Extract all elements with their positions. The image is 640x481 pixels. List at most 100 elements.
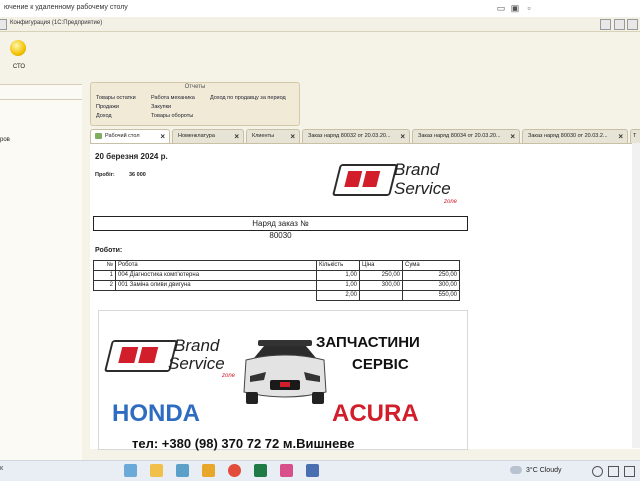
- report-link[interactable]: Работа механика: [151, 95, 195, 101]
- tab-label: Номенклатура: [178, 133, 215, 139]
- reports-header: Отчеты: [184, 84, 206, 90]
- report-link[interactable]: Доход: [96, 113, 112, 119]
- app-icon[interactable]: [124, 464, 137, 477]
- table-cell: 250,00: [402, 270, 460, 281]
- tab-more[interactable]: Т: [630, 129, 640, 143]
- close-icon[interactable]: ×: [234, 130, 239, 143]
- document-date: 20 березня 2024 р.: [95, 152, 168, 161]
- restore-icon[interactable]: ▣: [508, 3, 522, 13]
- column-header: Кількість: [316, 260, 360, 271]
- report-link[interactable]: Продажи: [96, 104, 119, 110]
- weather-text[interactable]: 3°C Cloudy: [526, 467, 561, 474]
- table-cell: 1: [93, 270, 116, 281]
- close-icon[interactable]: ×: [400, 130, 405, 143]
- table-cell: 001 Заміна оливи двигуна: [115, 280, 317, 291]
- logo-red-stripe: [138, 347, 159, 363]
- cloud-icon: [510, 466, 522, 474]
- banner-brand-logo: Brand Service zone: [104, 334, 246, 380]
- report-link[interactable]: Доход по продавцу за период: [210, 95, 286, 101]
- works-table: № Робота Кількість Ціна Сума 1 004 Діагн…: [93, 260, 460, 301]
- app-icon[interactable]: [280, 464, 293, 477]
- banner-service-text: СЕРВІС: [352, 356, 409, 373]
- app-icon[interactable]: [176, 464, 189, 477]
- left-panel: ров: [0, 84, 82, 461]
- taskbar: к 3°C Cloudy: [0, 460, 640, 481]
- table-cell: 2: [93, 280, 116, 291]
- mileage-value: 36 000: [129, 172, 146, 178]
- tab-label: Заказ наряд 80030 от 20.03.2...: [528, 133, 608, 139]
- table-cell: 300,00: [359, 280, 403, 291]
- brand-text: Service: [168, 354, 225, 373]
- table-header-row: № Робота Кількість Ціна Сума: [93, 260, 460, 271]
- sto-section-label[interactable]: СТО: [10, 64, 28, 70]
- brand-zone: zone: [222, 373, 236, 379]
- column-header: Робота: [115, 260, 317, 271]
- order-title: Наряд заказ №: [93, 216, 468, 231]
- network-icon[interactable]: [592, 466, 603, 477]
- close-icon[interactable]: ▫: [522, 3, 536, 13]
- tab-desktop[interactable]: Рабочий стол ×: [90, 129, 170, 143]
- column-header: Сума: [402, 260, 460, 271]
- app-icon[interactable]: [202, 464, 215, 477]
- close-icon[interactable]: ×: [618, 130, 623, 143]
- works-label: Роботи:: [95, 247, 123, 254]
- logo-frame: [332, 164, 398, 196]
- vertical-scrollbar[interactable]: [632, 143, 640, 448]
- close-icon[interactable]: ×: [510, 130, 515, 143]
- close-icon[interactable]: ×: [290, 130, 295, 143]
- tab-label: Клиенты: [252, 133, 275, 139]
- brand-text: Brand: [394, 160, 440, 179]
- notification-icon[interactable]: [624, 466, 635, 477]
- config-menu[interactable]: Конфигурация (1С:Предприятие): [10, 20, 102, 26]
- tab-label: Заказ наряд 80034 от 20.03.20...: [418, 133, 501, 139]
- table-cell: 1,00: [316, 280, 360, 291]
- brand-text: Service: [394, 179, 451, 198]
- reports-panel: Отчеты Товары остатки Продажи Доход Рабо…: [90, 82, 300, 126]
- brand-logo: Brand Service zone: [332, 160, 466, 208]
- explorer-icon[interactable]: [150, 464, 163, 477]
- brand-zone: zone: [444, 199, 458, 205]
- toolbar-icon[interactable]: [614, 19, 625, 30]
- total-sum: 550,00: [402, 290, 460, 301]
- report-link[interactable]: Товары остатки: [96, 95, 136, 101]
- logo-frame: [104, 340, 178, 372]
- app-menu-icon[interactable]: [0, 19, 7, 30]
- chrome-icon[interactable]: [228, 464, 241, 477]
- tab-label: Заказ наряд 80032 от 20.03.20...: [308, 133, 391, 139]
- taskbar-search[interactable]: к: [0, 465, 3, 472]
- table-cell: [94, 291, 116, 301]
- tab-order-80030[interactable]: Заказ наряд 80030 от 20.03.2... ×: [522, 129, 628, 143]
- tab-clients[interactable]: Клиенты ×: [246, 129, 300, 143]
- total-quantity: 2,00: [316, 290, 360, 301]
- logo-red-stripe: [362, 171, 381, 187]
- table-cell: 300,00: [402, 280, 460, 291]
- volume-icon[interactable]: [608, 466, 619, 477]
- table-row: 1 004 Діагностика комп'ютерна 1,00 250,0…: [93, 270, 460, 281]
- tab-order-80034[interactable]: Заказ наряд 80034 от 20.03.20... ×: [412, 129, 520, 143]
- table-total-row: 2,00 550,00: [94, 290, 460, 301]
- table-cell: 250,00: [359, 270, 403, 281]
- excel-icon[interactable]: [254, 464, 267, 477]
- mileage-label: Пробіг:: [95, 172, 115, 178]
- table-cell: [116, 291, 317, 301]
- table-cell: [359, 290, 403, 301]
- minimize-icon[interactable]: ▭: [494, 3, 508, 13]
- banner-parts-text: ЗАПЧАСТИНИ: [316, 334, 420, 351]
- tab-label: Т: [633, 133, 637, 139]
- tab-label: Рабочий стол: [105, 133, 140, 139]
- table-row: 2 001 Заміна оливи двигуна 1,00 300,00 3…: [93, 280, 460, 291]
- close-icon[interactable]: ×: [160, 130, 165, 143]
- remote-desktop-icon[interactable]: [306, 464, 319, 477]
- report-link[interactable]: Товары обороты: [151, 113, 193, 119]
- order-number: 80030: [269, 231, 292, 240]
- report-link[interactable]: Закупки: [151, 104, 171, 110]
- banner-honda-text: HONDA: [112, 400, 200, 427]
- menu-bar: Конфигурация (1С:Предприятие): [0, 17, 640, 32]
- left-panel-item[interactable]: ров: [0, 137, 10, 143]
- tab-order-80032[interactable]: Заказ наряд 80032 от 20.03.20... ×: [302, 129, 410, 143]
- tab-nomenclature[interactable]: Номенклатура ×: [172, 129, 244, 143]
- sto-section-icon[interactable]: [10, 40, 26, 56]
- toolbar-icon[interactable]: [627, 19, 638, 30]
- toolbar-icon[interactable]: [600, 19, 611, 30]
- brand-text: Brand: [174, 336, 220, 355]
